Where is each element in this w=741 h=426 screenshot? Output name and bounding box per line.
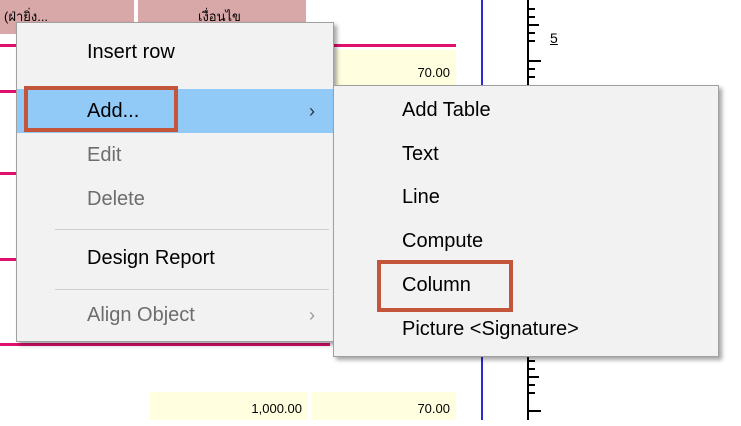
submenu-item-column[interactable]: Column — [334, 264, 718, 307]
add-submenu: Add Table Text Line Compute Column Pictu… — [333, 85, 719, 357]
menu-item-edit[interactable]: Edit — [17, 133, 333, 177]
value-cell[interactable]: 70.00 — [335, 50, 456, 86]
submenu-item-label: Compute — [402, 230, 484, 252]
submenu-item-picture-signature[interactable]: Picture <Signature> — [334, 308, 718, 351]
menu-separator — [55, 229, 329, 230]
menu-item-add[interactable]: Add... › — [17, 89, 333, 133]
menu-separator — [55, 289, 329, 290]
submenu-item-compute[interactable]: Compute — [334, 220, 718, 263]
amount-cell[interactable]: 1,000.00 — [150, 392, 308, 420]
submenu-item-label: Add Table — [402, 99, 491, 121]
submenu-item-add-table[interactable]: Add Table — [334, 89, 718, 132]
menu-item-align-object[interactable]: Align Object › — [17, 293, 333, 337]
menu-item-delete[interactable]: Delete — [17, 177, 333, 221]
chevron-right-icon: › — [309, 101, 315, 121]
ruler-label: 5 — [550, 30, 558, 46]
menu-item-design-report[interactable]: Design Report — [17, 236, 333, 280]
submenu-item-label: Line — [402, 186, 440, 208]
submenu-item-text[interactable]: Text — [334, 133, 718, 176]
menu-item-label: Insert row — [87, 41, 175, 63]
submenu-item-label: Picture <Signature> — [402, 318, 579, 340]
submenu-item-line[interactable]: Line — [334, 176, 718, 219]
band-divider — [0, 343, 330, 346]
context-menu: Insert row Add... › Edit Delete Design R… — [16, 22, 334, 342]
value-cell[interactable]: 70.00 — [312, 392, 456, 420]
chevron-right-icon: › — [309, 305, 315, 325]
menu-item-label: Align Object — [87, 304, 195, 326]
submenu-item-label: Text — [402, 143, 439, 165]
menu-item-label: Edit — [87, 144, 122, 166]
menu-item-insert-row[interactable]: Insert row — [17, 30, 333, 74]
menu-item-label: Design Report — [87, 247, 215, 269]
submenu-item-label: Column — [402, 274, 471, 296]
menu-item-label: Delete — [87, 188, 145, 210]
menu-item-label: Add... — [87, 100, 140, 122]
